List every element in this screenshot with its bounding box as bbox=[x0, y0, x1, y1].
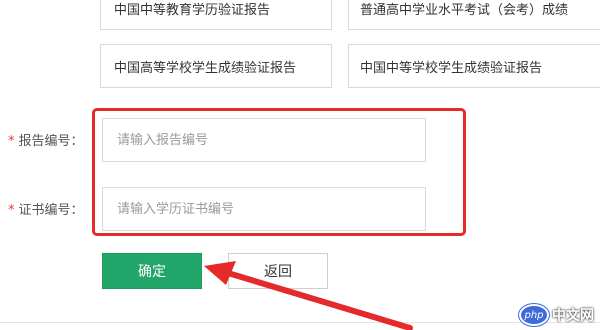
highlight-box bbox=[92, 108, 466, 236]
option-higher-education-score-report[interactable]: 中国高等学校学生成绩验证报告 bbox=[100, 44, 332, 88]
report-number-label: * 报告编号： bbox=[8, 130, 84, 149]
php-logo-icon: php bbox=[519, 304, 549, 326]
divider bbox=[0, 322, 600, 323]
required-mark: * bbox=[8, 203, 15, 218]
certificate-number-label: * 证书编号： bbox=[8, 199, 84, 218]
certificate-number-label-text: 证书编号： bbox=[18, 203, 84, 218]
back-button[interactable]: 返回 bbox=[228, 253, 328, 289]
option-label: 中国中等学校学生成绩验证报告 bbox=[360, 60, 543, 76]
option-label: 中国高等学校学生成绩验证报告 bbox=[114, 60, 297, 76]
option-label: 中国中等教育学历验证报告 bbox=[114, 2, 271, 18]
report-number-label-text: 报告编号： bbox=[18, 134, 84, 149]
option-secondary-education-report[interactable]: 中国中等教育学历验证报告 bbox=[100, 0, 332, 30]
required-mark: * bbox=[8, 134, 15, 149]
confirm-button[interactable]: 确定 bbox=[102, 253, 202, 289]
option-label: 普通高中学业水平考试（会考）成绩 bbox=[360, 2, 569, 18]
site-watermark: php 中文网 bbox=[519, 304, 594, 326]
option-high-school-exam-score[interactable]: 普通高中学业水平考试（会考）成绩 bbox=[348, 0, 600, 30]
watermark-text: 中文网 bbox=[552, 308, 594, 324]
option-secondary-school-score-report[interactable]: 中国中等学校学生成绩验证报告 bbox=[348, 44, 600, 88]
